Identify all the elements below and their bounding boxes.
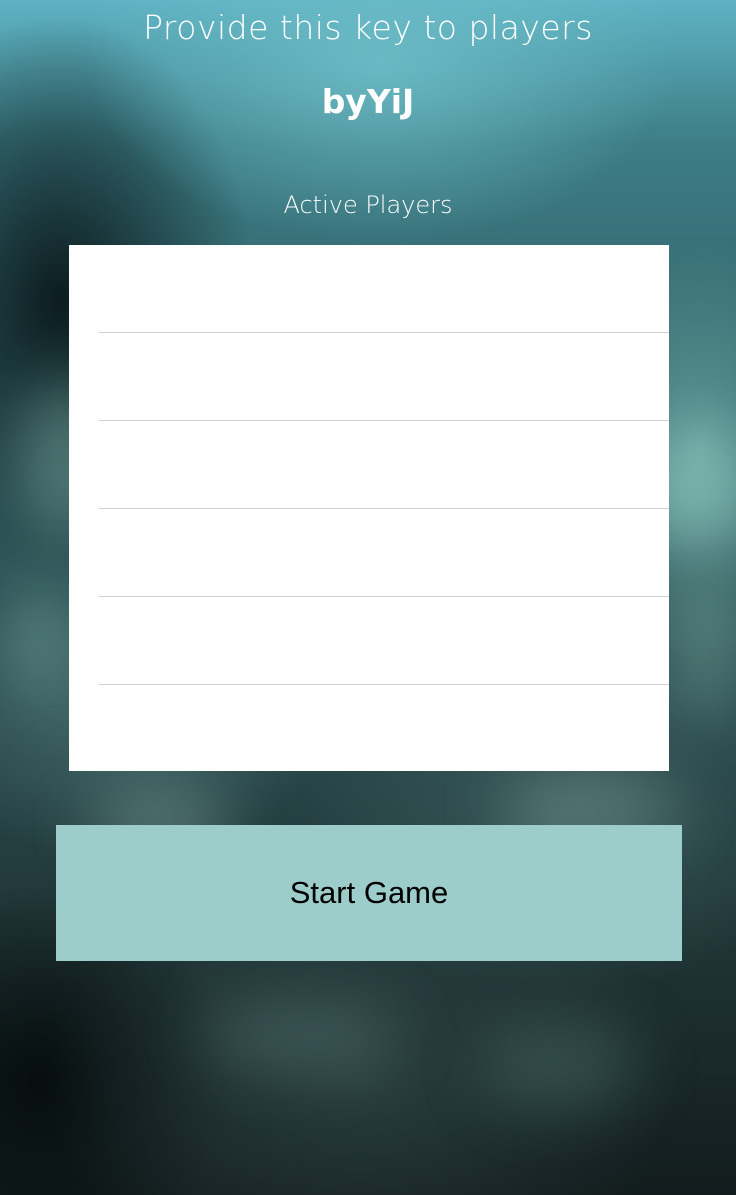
- player-row[interactable]: [69, 509, 669, 597]
- key-instruction-text: Provide this key to players: [143, 8, 593, 47]
- active-players-label: Active Players: [283, 191, 453, 219]
- player-row[interactable]: [69, 597, 669, 685]
- player-row[interactable]: [69, 685, 669, 771]
- active-players-list[interactable]: [69, 245, 669, 771]
- start-game-button[interactable]: Start Game: [56, 825, 682, 961]
- game-key: byYiJ: [321, 82, 415, 121]
- player-row[interactable]: [69, 245, 669, 333]
- player-row[interactable]: [69, 421, 669, 509]
- player-row[interactable]: [69, 333, 669, 421]
